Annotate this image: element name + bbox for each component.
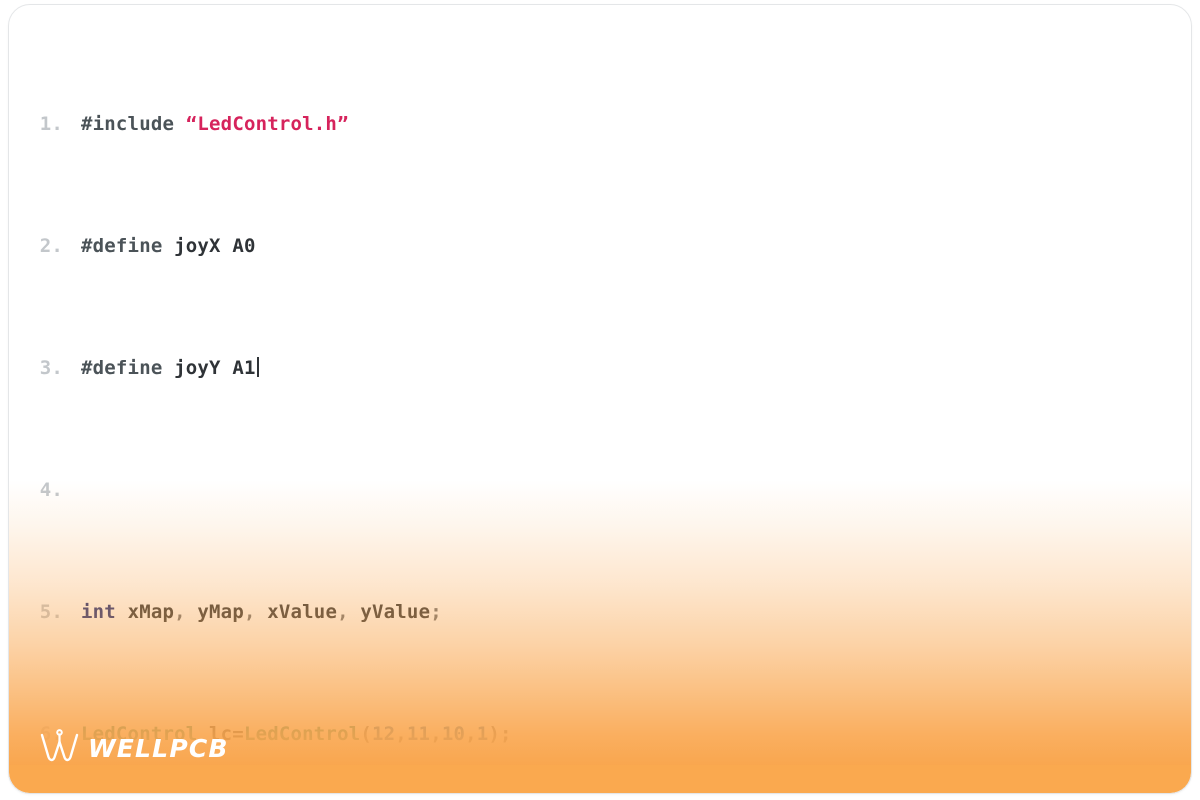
line-number: 4	[9, 475, 67, 506]
line-code[interactable]: #define joyY A1	[67, 353, 1191, 384]
line-number: 3	[9, 353, 67, 384]
code-line[interactable]: 4	[9, 475, 1191, 506]
line-code[interactable]: int xMap, yMap, xValue, yValue;	[67, 597, 1191, 628]
line-number: 5	[9, 597, 67, 628]
code-line[interactable]: 2 #define joyX A0	[9, 231, 1191, 262]
code-snippet-card: 1 #include “LedControl.h” 2 #define joyX…	[8, 4, 1192, 794]
code-listing[interactable]: 1 #include “LedControl.h” 2 #define joyX…	[9, 5, 1191, 793]
code-line[interactable]: 6 LedControl lc=LedControl(12,11,10,1);	[9, 719, 1191, 750]
line-number: 2	[9, 231, 67, 262]
code-line[interactable]: 3 #define joyY A1	[9, 353, 1191, 384]
line-number: 6	[9, 719, 67, 750]
line-code[interactable]: #define joyX A0	[67, 231, 1191, 262]
line-code[interactable]: #include “LedControl.h”	[67, 109, 1191, 140]
text-caret	[256, 356, 259, 377]
line-number: 1	[9, 109, 67, 140]
code-line[interactable]: 5 int xMap, yMap, xValue, yValue;	[9, 597, 1191, 628]
code-line[interactable]: 1 #include “LedControl.h”	[9, 109, 1191, 140]
line-code[interactable]: LedControl lc=LedControl(12,11,10,1);	[67, 719, 1191, 750]
